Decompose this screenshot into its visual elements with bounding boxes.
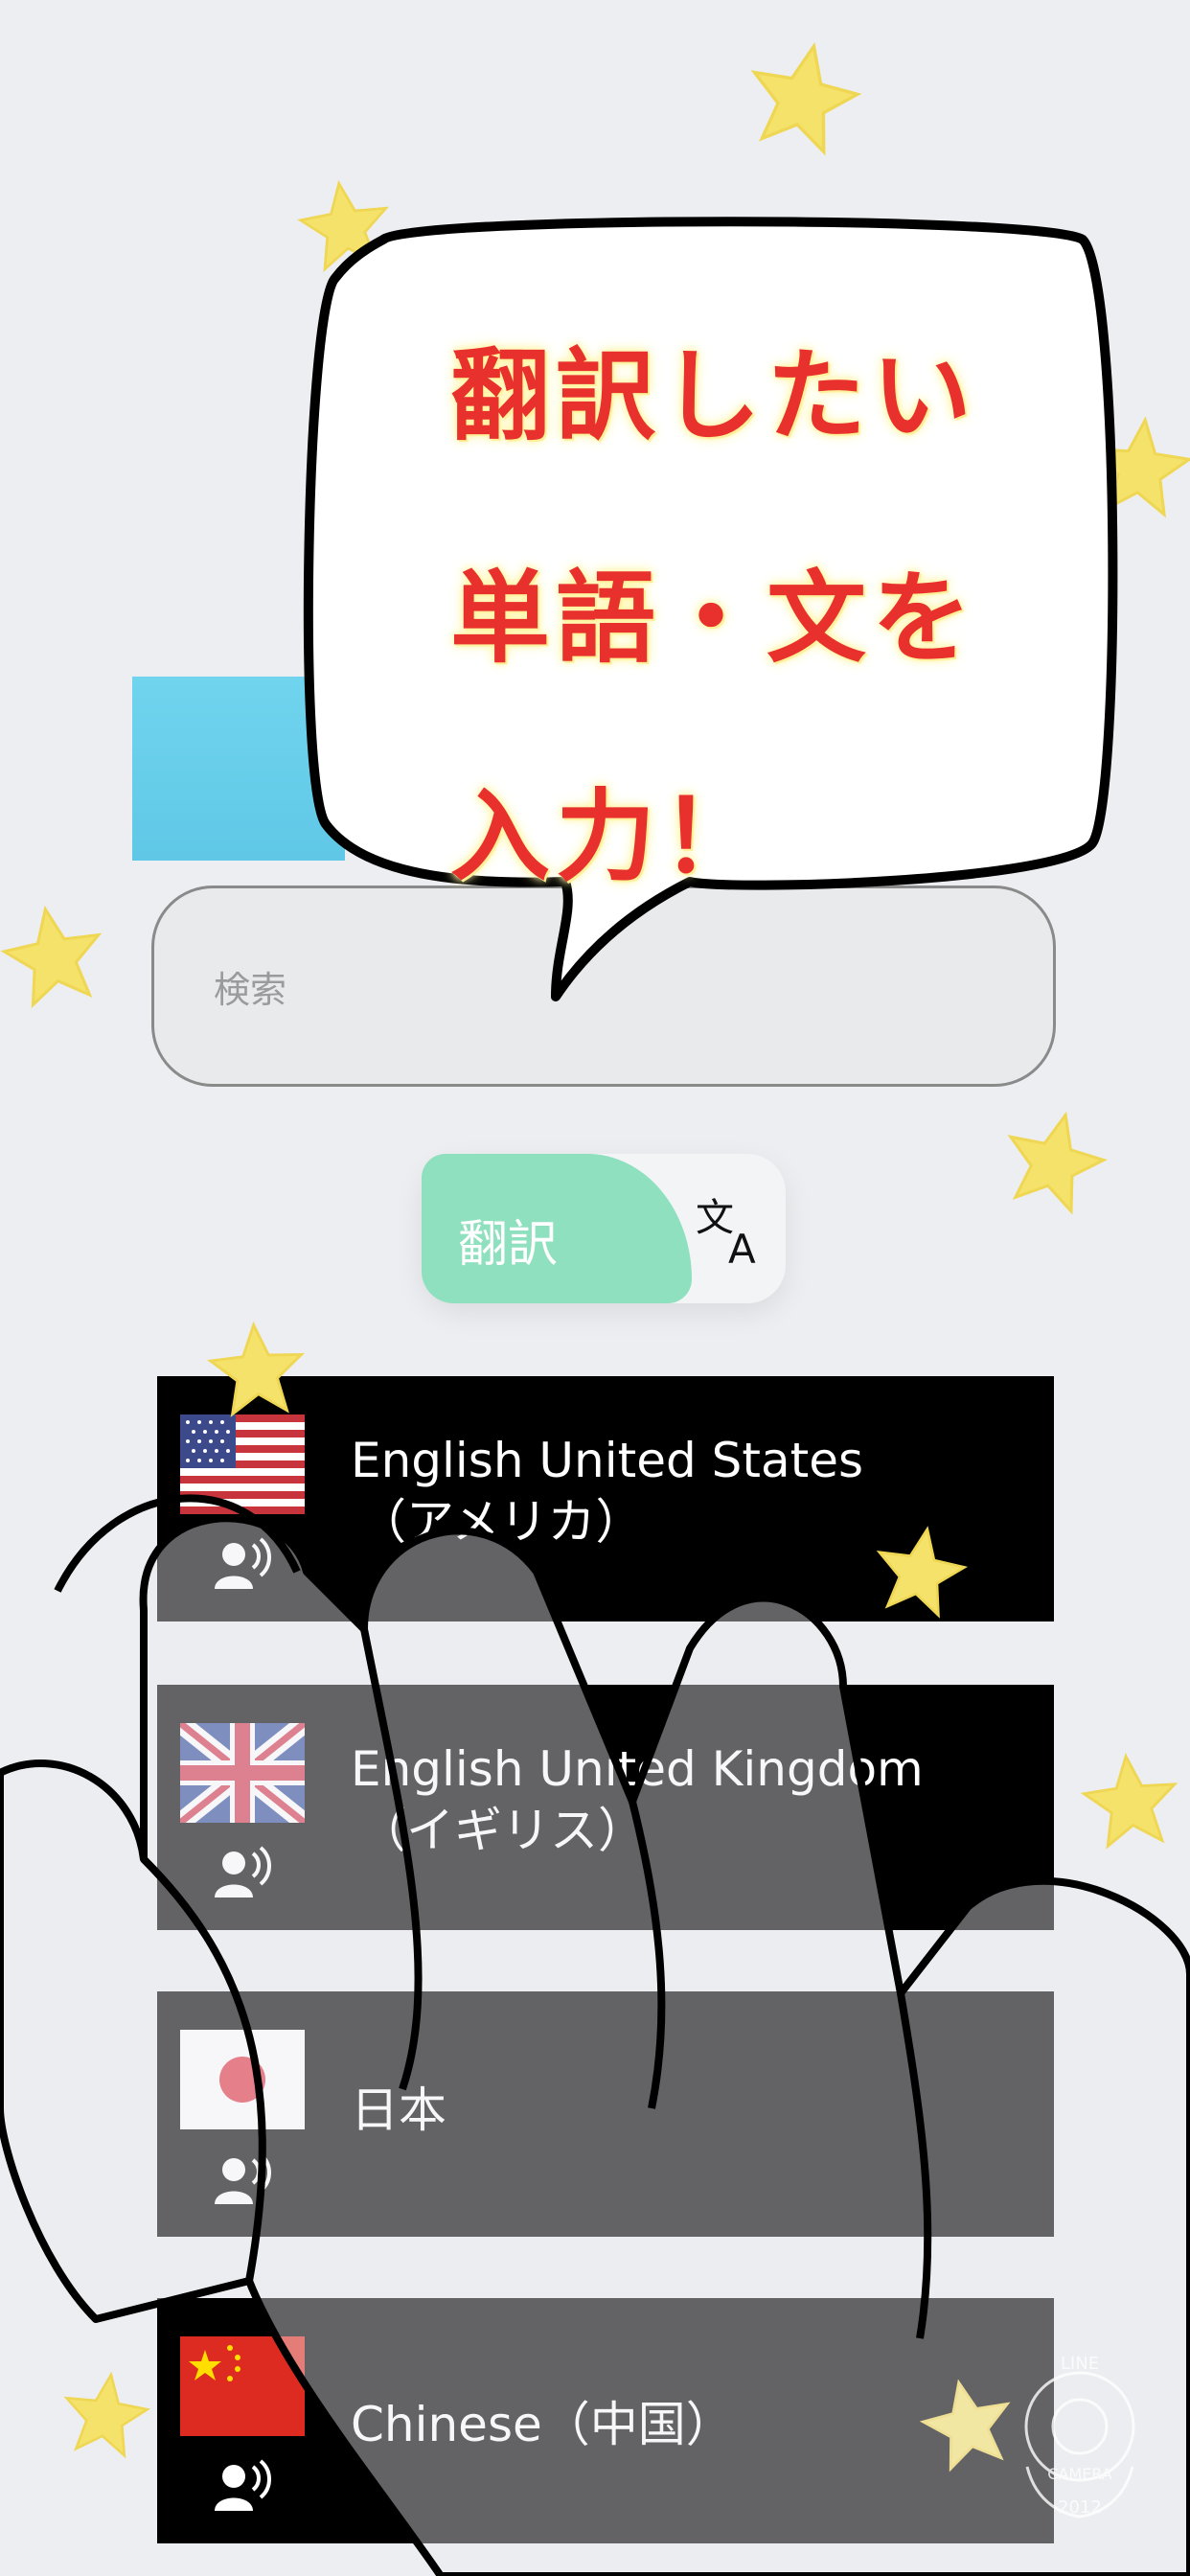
star-icon (294, 175, 395, 273)
callout-line-3: 入力！ (450, 778, 767, 895)
us-flag-icon (180, 1414, 305, 1514)
watermark-year: 2012 (1058, 2497, 1102, 2518)
language-row-us[interactable]: English United States （アメリカ） (157, 1376, 1054, 1622)
watermark-bottom-text: CAMERA (1047, 2465, 1112, 2483)
search-field[interactable] (151, 886, 1056, 1087)
china-flag-icon (180, 2336, 305, 2436)
japan-flag-icon (180, 2030, 305, 2129)
star-icon (995, 1101, 1114, 1218)
speaker-icon[interactable] (211, 2459, 272, 2513)
star-icon (0, 899, 110, 1010)
star-icon (1086, 413, 1190, 518)
svg-text:A: A (728, 1226, 756, 1269)
language-row-japan[interactable]: 日本 (157, 1991, 1054, 2237)
language-subtitle: （アメリカ） (358, 1494, 644, 1550)
speaker-icon[interactable] (211, 2152, 272, 2206)
speaker-icon[interactable] (211, 1537, 272, 1591)
language-name: English United States (351, 1433, 864, 1488)
translate-button-label: 翻訳 (458, 1216, 559, 1274)
watermark-top-text: LINE (1060, 2354, 1100, 2374)
language-subtitle: （イギリス） (358, 1803, 646, 1858)
language-name: 日本 (351, 2082, 446, 2138)
header-bar (132, 677, 345, 861)
star-icon (58, 2367, 153, 2459)
language-name: Chinese（中国） (351, 2397, 734, 2452)
callout-line-2: 単語・文を (450, 560, 978, 677)
line-camera-watermark: LINE CAMERA 2012 (1008, 2352, 1152, 2524)
star-icon (1079, 1750, 1182, 1850)
callout-line-1: 翻訳したい (450, 337, 978, 454)
translate-button[interactable]: 翻訳 (422, 1154, 692, 1303)
language-row-china[interactable]: Chinese（中国） (157, 2298, 1054, 2543)
uk-flag-icon (180, 1723, 305, 1823)
search-input[interactable] (212, 955, 1001, 1024)
translate-control[interactable]: 翻訳 文 A (422, 1154, 786, 1303)
speaker-icon[interactable] (211, 1846, 272, 1899)
star-icon (740, 34, 867, 158)
translate-icon[interactable]: 文 A (692, 1188, 772, 1269)
language-name: English United Kingdom (351, 1741, 924, 1797)
language-row-uk[interactable]: English United Kingdom （イギリス） (157, 1685, 1054, 1930)
